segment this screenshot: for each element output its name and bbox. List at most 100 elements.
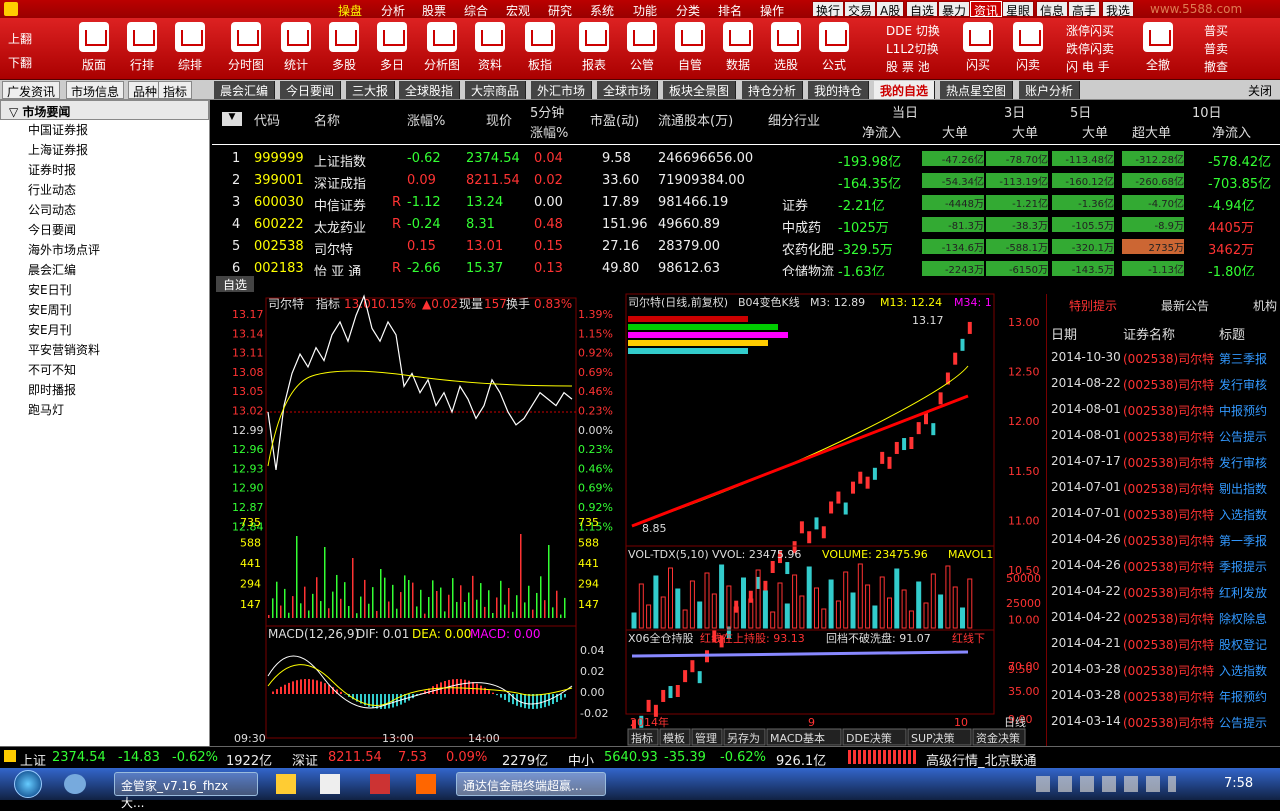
header-pct[interactable]: 涨幅% bbox=[407, 110, 445, 129]
right-tab-5[interactable]: 外汇市场 bbox=[531, 81, 592, 99]
table-row[interactable]: 3600030中信证券R-1.1213.240.0017.89981466.19… bbox=[212, 192, 1280, 214]
dde-switch[interactable]: DDE 切换 bbox=[886, 22, 940, 39]
header-price[interactable]: 现价 bbox=[486, 110, 512, 129]
news-row[interactable]: 2014-04-26(002538)司尔特第一季报 bbox=[1047, 532, 1280, 552]
tool-button-2[interactable]: 综排 bbox=[170, 22, 210, 73]
sidebar-item[interactable]: 跑马灯 bbox=[0, 400, 209, 420]
top-button-9[interactable]: 我选 bbox=[1102, 1, 1134, 17]
tool-button-12[interactable]: 自管 bbox=[670, 22, 710, 73]
tool-button-8[interactable]: 资料 bbox=[470, 22, 510, 73]
bottom-tab-label[interactable]: DDE决策 bbox=[846, 731, 892, 745]
tool-button-11[interactable]: 公管 bbox=[622, 22, 662, 73]
header-big5[interactable]: 大单 bbox=[1082, 122, 1108, 141]
news-tab-0[interactable]: 特别提示 bbox=[1069, 297, 1117, 314]
start-button[interactable] bbox=[14, 770, 42, 798]
right-tab-7[interactable]: 板块全景图 bbox=[663, 81, 736, 99]
tool-button-6[interactable]: 多日 bbox=[372, 22, 412, 73]
header-10d[interactable]: 10日 bbox=[1192, 102, 1222, 121]
limit-down-sell[interactable]: 跌停闪卖 bbox=[1066, 40, 1114, 57]
header-netin10[interactable]: 净流入 bbox=[1212, 122, 1251, 141]
sidebar-item[interactable]: 不可不知 bbox=[0, 360, 209, 380]
tool-button-5[interactable]: 多股 bbox=[324, 22, 364, 73]
sidebar-item[interactable]: 安E日刊 bbox=[0, 280, 209, 300]
menu-2[interactable]: 股票 bbox=[422, 2, 446, 19]
right-tab-8[interactable]: 持仓分析 bbox=[742, 81, 803, 99]
tool-button-9[interactable]: 板指 bbox=[520, 22, 560, 73]
sidebar-item[interactable]: 安E周刊 bbox=[0, 300, 209, 320]
menu-8[interactable]: 分类 bbox=[676, 2, 700, 19]
l1l2-switch[interactable]: L1L2切换 bbox=[886, 40, 939, 57]
menu-7[interactable]: 功能 bbox=[633, 2, 657, 19]
left-tab-1[interactable]: 市场信息 bbox=[66, 81, 124, 99]
flash-sell-button[interactable]: 闪卖 bbox=[1008, 22, 1048, 73]
news-row[interactable]: 2014-03-28(002538)司尔特年报预约 bbox=[1047, 688, 1280, 708]
top-button-5[interactable]: 资讯 bbox=[970, 1, 1002, 17]
header-big[interactable]: 大单 bbox=[942, 122, 968, 141]
tool-button-10[interactable]: 报表 bbox=[574, 22, 614, 73]
app-icon-3[interactable] bbox=[370, 774, 390, 794]
sidebar-item[interactable]: 晨会汇编 bbox=[0, 260, 209, 280]
top-button-8[interactable]: 高手 bbox=[1068, 1, 1100, 17]
stock-pool-button[interactable]: 股 票 池 bbox=[886, 58, 930, 75]
right-tab-4[interactable]: 大宗商品 bbox=[465, 81, 526, 99]
right-tab-1[interactable]: 今日要闻 bbox=[280, 81, 341, 99]
news-row[interactable]: 2014-07-01(002538)司尔特入选指数 bbox=[1047, 506, 1280, 526]
table-row[interactable]: 2399001深证成指0.098211.540.0233.6071909384.… bbox=[212, 170, 1280, 192]
news-row[interactable]: 2014-07-17(002538)司尔特发行审核 bbox=[1047, 454, 1280, 474]
left-tab-0[interactable]: 广发资讯 bbox=[2, 81, 60, 99]
taskbar-item-1[interactable]: 金管家_v7.16_fhzx大... bbox=[114, 772, 258, 796]
normal-buy[interactable]: 普买 bbox=[1204, 22, 1228, 39]
top-button-2[interactable]: A股 bbox=[876, 1, 904, 17]
header-pe[interactable]: 市盈(动) bbox=[590, 110, 639, 129]
sidebar-title[interactable]: ▽ 市场要闻 bbox=[0, 100, 209, 120]
normal-sell[interactable]: 普卖 bbox=[1204, 40, 1228, 57]
menu-10[interactable]: 操作 bbox=[760, 2, 784, 19]
menu-1[interactable]: 分析 bbox=[381, 2, 405, 19]
table-row[interactable]: 1999999上证指数-0.622374.540.049.58246696656… bbox=[212, 148, 1280, 170]
header-industry[interactable]: 细分行业 bbox=[768, 110, 820, 129]
dropdown-icon[interactable]: ▼ bbox=[222, 112, 242, 126]
flash-hand[interactable]: 闪 电 手 bbox=[1066, 58, 1110, 75]
folder-icon[interactable] bbox=[276, 774, 296, 794]
cancel-all-button[interactable]: 全撤 bbox=[1138, 22, 1178, 73]
bottom-tab-label[interactable]: 资金决策 bbox=[976, 731, 1020, 745]
header-today[interactable]: 当日 bbox=[892, 102, 918, 121]
page-up-button[interactable]: 上翻 bbox=[8, 30, 32, 47]
right-tab-3[interactable]: 全球股指 bbox=[399, 81, 460, 99]
news-row[interactable]: 2014-04-26(002538)司尔特季报提示 bbox=[1047, 558, 1280, 578]
table-row[interactable]: 4600222太龙药业R-0.248.310.48151.9649660.89中… bbox=[212, 214, 1280, 236]
header-float[interactable]: 流通股本(万) bbox=[658, 110, 733, 129]
news-row[interactable]: 2014-08-01(002538)司尔特中报预约 bbox=[1047, 402, 1280, 422]
top-button-1[interactable]: 交易 bbox=[844, 1, 876, 17]
close-button[interactable]: 关闭 bbox=[1248, 82, 1272, 99]
header-code[interactable]: 代码 bbox=[254, 110, 280, 129]
menu-5[interactable]: 研究 bbox=[548, 2, 572, 19]
sidebar-item[interactable]: 上海证券报 bbox=[0, 140, 209, 160]
header-5min[interactable]: 5分钟 bbox=[530, 102, 564, 121]
bottom-tab-label[interactable]: 模板 bbox=[663, 731, 685, 745]
bottom-tab-label[interactable]: 管理 bbox=[695, 731, 717, 745]
header-big3[interactable]: 大单 bbox=[1012, 122, 1038, 141]
header-5min-pct[interactable]: 涨幅% bbox=[530, 122, 568, 141]
sidebar-item[interactable]: 行业动态 bbox=[0, 180, 209, 200]
tray-icons[interactable] bbox=[1036, 776, 1176, 792]
left-tab-2[interactable]: 品种 bbox=[128, 81, 162, 99]
news-row[interactable]: 2014-04-22(002538)司尔特红利发放 bbox=[1047, 584, 1280, 604]
sidebar-item[interactable]: 平安营销资料 bbox=[0, 340, 209, 360]
left-tab-3[interactable]: 指标 bbox=[158, 81, 192, 99]
header-name[interactable]: 名称 bbox=[314, 110, 340, 129]
menu-9[interactable]: 排名 bbox=[718, 2, 742, 19]
menu-3[interactable]: 综合 bbox=[464, 2, 488, 19]
menu-4[interactable]: 宏观 bbox=[506, 2, 530, 19]
right-tab-12[interactable]: 账户分析 bbox=[1019, 81, 1080, 99]
period-label[interactable]: 日线 bbox=[1004, 715, 1026, 729]
right-tab-6[interactable]: 全球市场 bbox=[597, 81, 658, 99]
sidebar-item[interactable]: 证券时报 bbox=[0, 160, 209, 180]
news-row[interactable]: 2014-10-30(002538)司尔特第三季报 bbox=[1047, 350, 1280, 370]
news-tab-2[interactable]: 机构 bbox=[1253, 297, 1277, 314]
header-superbig[interactable]: 超大单 bbox=[1132, 122, 1171, 141]
tool-button-15[interactable]: 公式 bbox=[814, 22, 854, 73]
right-tab-10[interactable]: 我的自选 bbox=[874, 81, 935, 99]
top-button-0[interactable]: 换行 bbox=[812, 1, 844, 17]
right-tab-9[interactable]: 我的持仓 bbox=[808, 81, 869, 99]
